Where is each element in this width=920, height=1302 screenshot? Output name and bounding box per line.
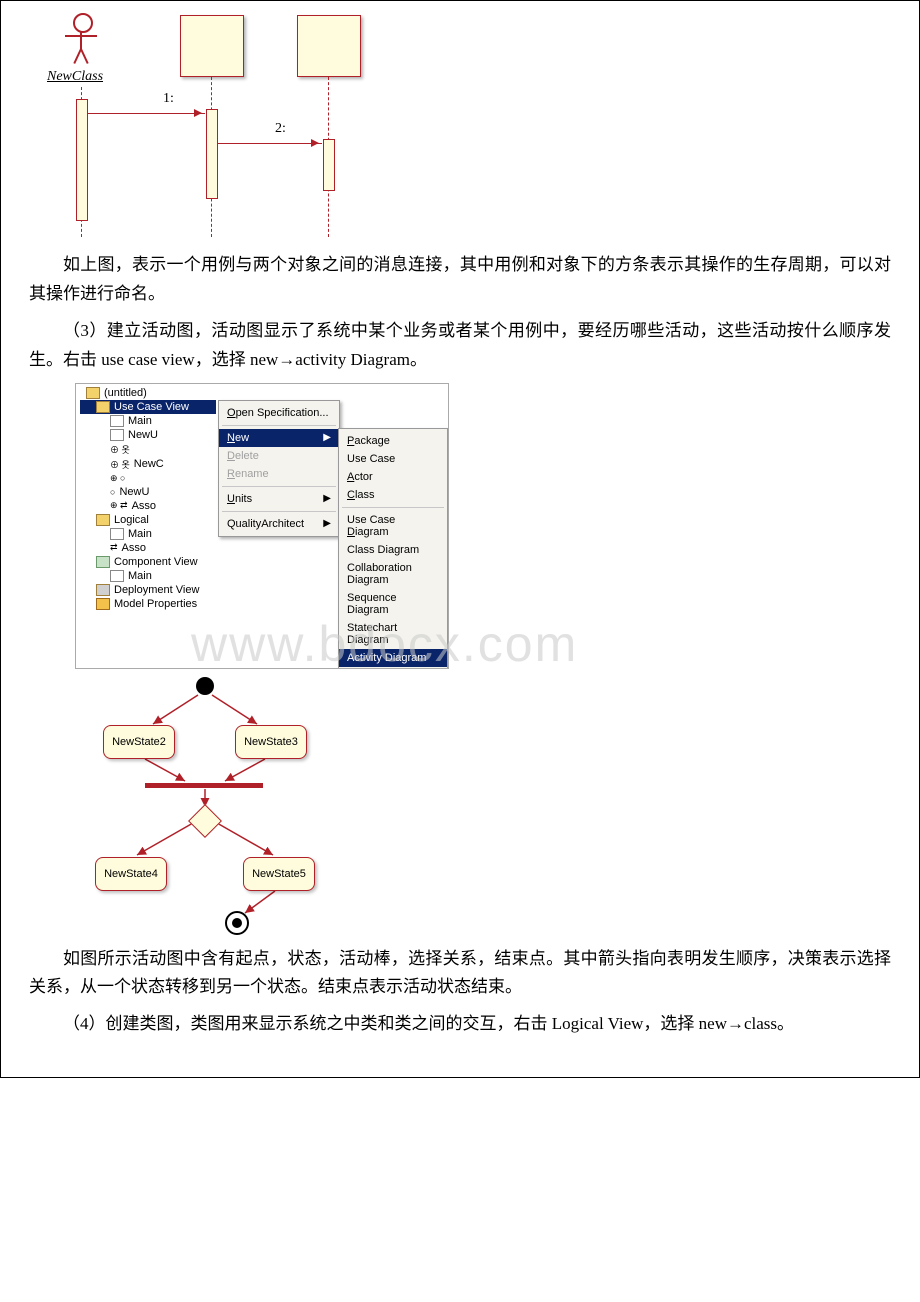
tree-item[interactable]: Main xyxy=(80,414,216,428)
chevron-right-icon: ▶ xyxy=(323,518,331,529)
object-box-1 xyxy=(180,15,244,77)
tree-item[interactable]: ⊕ ○ xyxy=(80,472,216,485)
message-label-1: 1: xyxy=(163,91,174,107)
tree-item[interactable]: ○NewU xyxy=(80,485,216,499)
submenu-new: Package Use Case Actor Class Use Case Di… xyxy=(338,428,448,669)
tree-item[interactable]: ⊕ ⇄Asso xyxy=(80,499,216,513)
actor-icon xyxy=(73,13,93,33)
tree-item[interactable]: ⊕ 옷 xyxy=(80,442,216,457)
menu-rename[interactable]: Rename xyxy=(219,465,339,483)
menu-delete[interactable]: Delete xyxy=(219,447,339,465)
menu-quality-architect[interactable]: QualityArchitect▶ xyxy=(219,515,339,533)
paragraph-3: 如图所示活动图中含有起点，状态，活动棒，选择关系，结束点。其中箭头指向表明发生顺… xyxy=(29,945,891,1003)
tree-use-case-view[interactable]: Use Case View xyxy=(80,400,216,414)
submenu-use-case-diagram[interactable]: Use Case Diagram xyxy=(339,511,447,541)
message-arrow-1 xyxy=(87,113,205,114)
menu-units[interactable]: Units▶ xyxy=(219,490,339,508)
tree-logical-view[interactable]: Logical xyxy=(80,513,216,527)
state-node: NewState4 xyxy=(95,857,167,891)
start-node-icon xyxy=(196,677,214,695)
chevron-right-icon: ▶ xyxy=(323,432,331,443)
activation-bar xyxy=(323,139,335,191)
tree-item[interactable]: ⇄Asso xyxy=(80,541,216,555)
paragraph-1: 如上图，表示一个用例与两个对象之间的消息连接，其中用例和对象下的方条表示其操作的… xyxy=(29,251,891,309)
submenu-use-case[interactable]: Use Case xyxy=(339,450,447,468)
context-menu: OOpen Specification...pen Specification.… xyxy=(218,400,340,537)
end-node-icon xyxy=(225,911,249,935)
menu-open-specification[interactable]: OOpen Specification...pen Specification.… xyxy=(219,404,339,422)
state-node: NewState2 xyxy=(103,725,175,759)
menu-new[interactable]: New▶ xyxy=(219,429,339,447)
menu-separator xyxy=(222,511,336,512)
menu-separator xyxy=(222,425,336,426)
submenu-class[interactable]: Class xyxy=(339,486,447,504)
state-node: NewState3 xyxy=(235,725,307,759)
submenu-collaboration-diagram[interactable]: Collaboration Diagram xyxy=(339,559,447,589)
sequence-diagram-figure: NewClass 1: 2: xyxy=(35,13,375,243)
submenu-actor[interactable]: Actor xyxy=(339,468,447,486)
submenu-statechart-diagram[interactable]: Statechart Diagram xyxy=(339,619,447,649)
tree-item[interactable]: Main xyxy=(80,569,216,583)
menu-separator xyxy=(342,507,444,508)
submenu-class-diagram[interactable]: Class Diagram xyxy=(339,541,447,559)
activation-bar xyxy=(76,99,88,221)
tree-model-properties[interactable]: Model Properties xyxy=(80,597,216,611)
tree-component-view[interactable]: Component View xyxy=(80,555,216,569)
tree-item[interactable]: ⊕ 옷NewC xyxy=(80,457,216,472)
activation-bar xyxy=(206,109,218,199)
tree-item[interactable]: NewU xyxy=(80,428,216,442)
submenu-activity-diagram[interactable]: Activity Diagram xyxy=(339,649,447,667)
chevron-right-icon: ▶ xyxy=(323,493,331,504)
object-box-2 xyxy=(297,15,361,77)
paragraph-4: （4）创建类图，类图用来显示系统之中类和类之间的交互，右击 Logical Vi… xyxy=(29,1010,891,1039)
tree-root[interactable]: (untitled) xyxy=(80,386,216,400)
submenu-package[interactable]: Package xyxy=(339,432,447,450)
message-arrow-2 xyxy=(218,143,322,144)
state-node: NewState5 xyxy=(243,857,315,891)
paragraph-2: （3）建立活动图，活动图显示了系统中某个业务或者某个用例中，要经历哪些活动，这些… xyxy=(29,317,891,375)
activity-diagram-figure: NewState2 NewState3 NewState4 NewState5 xyxy=(75,677,335,937)
menu-separator xyxy=(222,486,336,487)
message-label-2: 2: xyxy=(275,121,286,137)
synchronization-bar xyxy=(145,783,263,788)
actor-label: NewClass xyxy=(47,69,103,85)
submenu-sequence-diagram[interactable]: Sequence Diagram xyxy=(339,589,447,619)
tree-deployment-view[interactable]: Deployment View xyxy=(80,583,216,597)
tree-view: (untitled) Use Case View Main NewU ⊕ 옷 ⊕… xyxy=(80,386,216,611)
context-menu-screenshot: (untitled) Use Case View Main NewU ⊕ 옷 ⊕… xyxy=(75,383,449,669)
page-container: NewClass 1: 2: 如上图，表示一个用例与两个对象之间的消息连接，其中… xyxy=(0,0,920,1078)
tree-item[interactable]: Main xyxy=(80,527,216,541)
